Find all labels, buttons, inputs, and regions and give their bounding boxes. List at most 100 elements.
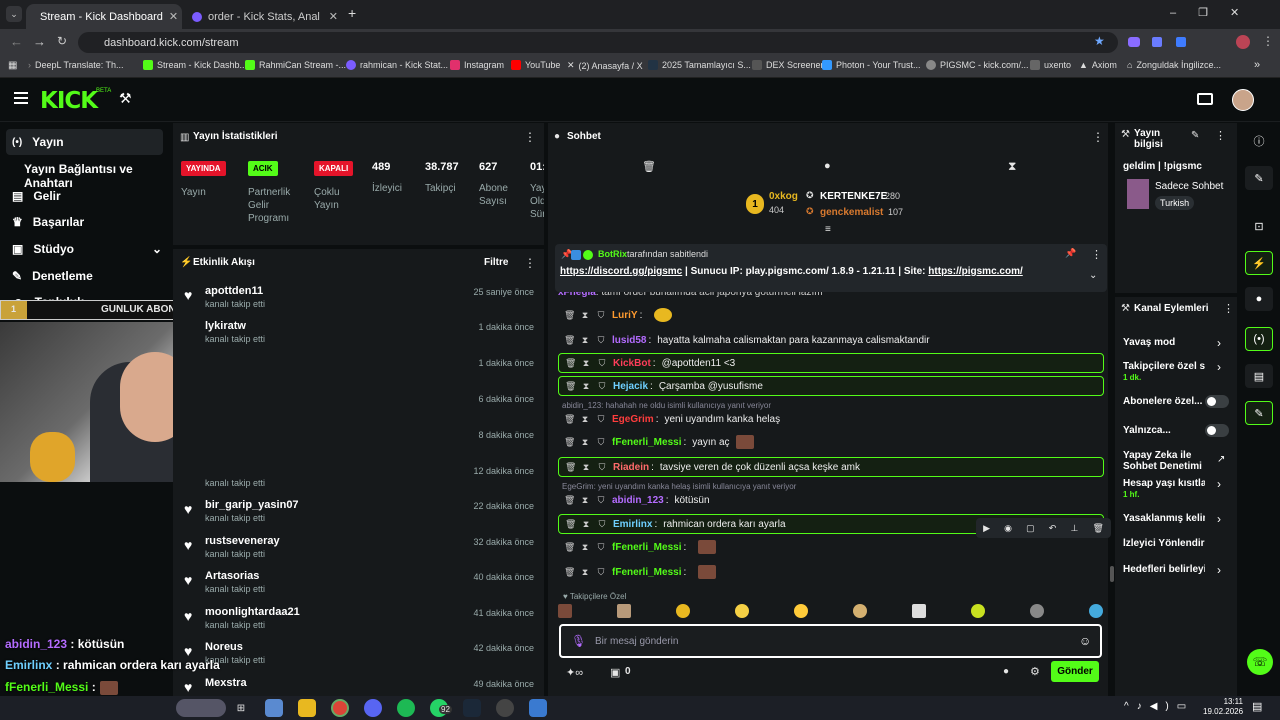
trash-icon[interactable]: 🗑 [564, 414, 575, 425]
clock-date[interactable]: 19.02.2026 [1203, 707, 1243, 716]
chat-message[interactable]: 🗑 ⧗ ⛉ abidin_123: kötüsün [558, 490, 1104, 510]
chat-message[interactable]: 🗑 ⧗ ⛉ fFenerli_Messi: yayın aç [558, 432, 1104, 452]
activity-user[interactable]: Mexstra [205, 677, 247, 689]
leader-name[interactable]: KERTENKE7E [820, 191, 887, 202]
chat-username[interactable]: Hejacik [613, 381, 648, 392]
site-link[interactable]: https://pigsmc.com/ [928, 266, 1022, 277]
trash-icon[interactable]: 🗑 [565, 358, 576, 369]
channel-action-item[interactable]: Yavaş mod [1123, 337, 1205, 348]
forward-icon[interactable]: → [33, 34, 46, 49]
channel-action-item[interactable]: İzleyici Yönlendir [1123, 538, 1205, 549]
menu-icon[interactable]: ⋮ [1262, 34, 1274, 48]
channel-action-item[interactable]: Yalnızca... [1123, 425, 1205, 436]
chat-message[interactable]: 🗑 ⧗ ⛉ LuriY: [558, 305, 1104, 325]
reload-icon[interactable]: ↻ [57, 34, 67, 48]
pin-icon[interactable]: ⊥ [1070, 523, 1078, 534]
chat-username[interactable]: Emirlinx [613, 519, 652, 530]
chat-username[interactable]: lusid58 [612, 335, 646, 346]
more-bookmarks-icon[interactable]: » [1254, 59, 1260, 71]
bookmark[interactable]: Stream - Kick Dashb... [143, 60, 247, 70]
timeout-icon[interactable]: ⧗ [580, 567, 590, 578]
bookmark[interactable]: ▲ Axiom [1079, 60, 1117, 70]
discord-icon[interactable] [364, 699, 382, 717]
chat-username[interactable]: Riadein [613, 462, 649, 473]
category-thumbnail[interactable] [1127, 179, 1149, 209]
activity-user[interactable]: bir_garip_yasin07 [205, 499, 299, 511]
bookmark[interactable]: ✕ (2) Anasayfa / X [567, 60, 643, 71]
gift-icon[interactable]: ▣ [610, 666, 620, 679]
support-icon[interactable]: ☏ [1247, 649, 1273, 675]
scrollbar[interactable] [1110, 566, 1114, 582]
trash-icon[interactable]: 🗑 [564, 310, 575, 321]
toggle-switch[interactable] [1205, 395, 1229, 408]
bookmark[interactable]: PIGSMC - kick.com/... [926, 60, 1029, 70]
fullscreen-icon[interactable]: ⊡ [1245, 214, 1273, 238]
more-icon[interactable]: ⋮ [1223, 302, 1234, 315]
activity-row[interactable]: ♥ moonlightardaa21 kanalı takip etti 41 dak… [180, 606, 540, 640]
chevron-down-icon[interactable]: ⌄ [1089, 270, 1097, 281]
address-bar[interactable]: dashboard.kick.com/stream [78, 32, 1118, 53]
emoji-icon[interactable]: ☺ [1079, 634, 1091, 648]
play-icon[interactable]: ▶ [983, 523, 990, 534]
activity-row[interactable]: ♥6 dakika önce [276, 392, 540, 426]
more-icon[interactable]: ⋮ [1215, 129, 1226, 142]
activity-row[interactable]: ♥8 dakika önce [276, 428, 540, 462]
tab-list-icon[interactable]: ⌄ [6, 6, 22, 22]
tray-icons[interactable]: ^♪◀)▭ [1124, 701, 1194, 712]
explorer-icon[interactable] [298, 699, 316, 717]
chat-settings-bubble-icon[interactable]: ● [1003, 666, 1009, 677]
obs-icon[interactable] [496, 699, 514, 717]
activity-user[interactable]: lykiratw [205, 320, 246, 332]
channel-action-item[interactable]: Hesap yaşı kısıtlama1 hf. [1123, 478, 1205, 500]
trash-icon[interactable]: 🗑 [565, 519, 576, 530]
chrome-icon[interactable] [331, 699, 349, 717]
bookmark[interactable]: uxento [1030, 60, 1071, 70]
chat-username[interactable]: fFenerli_Messi [612, 542, 681, 553]
taskbar-preview[interactable] [176, 699, 226, 717]
chat-icon[interactable]: ● [824, 160, 831, 172]
clock-time[interactable]: 13:11 [1203, 697, 1243, 706]
emote-icon[interactable] [912, 604, 926, 618]
channel-action-item[interactable]: Yapay Zeka ile Sohbet Denetimi [1123, 450, 1205, 472]
sidebar-item-stream-key[interactable]: Yayın Bağlantısı ve Anahtarı [24, 162, 171, 190]
timeout-icon[interactable]: ⧗ [580, 335, 590, 346]
chevron-right-icon[interactable]: › [1217, 512, 1221, 526]
chat-message[interactable]: 🗑 ⧗ ⛉ Riadein: tavsiye veren de çok düzenli … [558, 457, 1104, 477]
sidebar-item-yayin[interactable]: (•) Yayın [12, 135, 64, 149]
activity-row[interactable]: ♥ apottden11 kanalı takip etti 25 saniye ön… [180, 285, 540, 319]
user-avatar[interactable] [1232, 89, 1254, 111]
microphone-icon[interactable]: 🎙 [571, 634, 586, 648]
trash-icon[interactable]: 🗑 [642, 160, 656, 173]
extension-icon[interactable] [1152, 37, 1162, 47]
hourglass-icon[interactable]: ⧗ [1008, 159, 1016, 174]
trash-icon[interactable]: 🗑 [564, 335, 575, 346]
pinned-by-user[interactable]: BotRix [598, 249, 627, 259]
file-app-icon[interactable] [265, 699, 283, 717]
activity-user[interactable]: moonlightardaa21 [205, 606, 300, 618]
extension-icon[interactable] [1128, 37, 1140, 47]
timeout-icon[interactable]: ⧗ [580, 542, 590, 553]
activity-icon[interactable]: ⚡ [1245, 251, 1273, 275]
more-icon[interactable]: ⋮ [524, 256, 536, 270]
bookmark[interactable]: Instagram [450, 60, 504, 70]
activity-user[interactable]: apottden11 [205, 285, 263, 297]
emote-icon[interactable] [676, 604, 690, 618]
pinned-message[interactable]: 📌 BotRix tarafından sabitlendi 📌 ⋮ https… [555, 244, 1107, 292]
bookmark[interactable]: 2025 Tamamlayıcı S... [648, 60, 751, 70]
trash-icon[interactable]: 🗑 [565, 381, 576, 392]
close-icon[interactable]: ✕ [169, 10, 178, 23]
chat-message[interactable]: 🗑 ⧗ ⛉ lusid58: hayatta kalmaha calismaktan p… [558, 330, 1104, 350]
timeout-icon[interactable]: ⧗ [581, 381, 591, 392]
apps-icon[interactable]: ▦ [8, 60, 17, 71]
trash-icon[interactable]: 🗑 [564, 437, 575, 448]
new-tab-icon[interactable]: + [348, 5, 356, 21]
copy-icon[interactable]: ▢ [1026, 523, 1035, 534]
activity-row[interactable]: ♥kanalı takip etti12 dakika önce [205, 464, 540, 498]
delete-icon[interactable]: 🗑 [1092, 523, 1103, 534]
chevron-right-icon[interactable]: › [1217, 360, 1221, 374]
filter-button[interactable]: Filtre [484, 257, 508, 268]
app-icon[interactable] [529, 699, 547, 717]
category-name[interactable]: Sadece Sohbet [1155, 181, 1223, 192]
loyalty-icon[interactable]: ✦∞ [566, 666, 583, 679]
close-icon[interactable]: ✕ [329, 10, 338, 23]
